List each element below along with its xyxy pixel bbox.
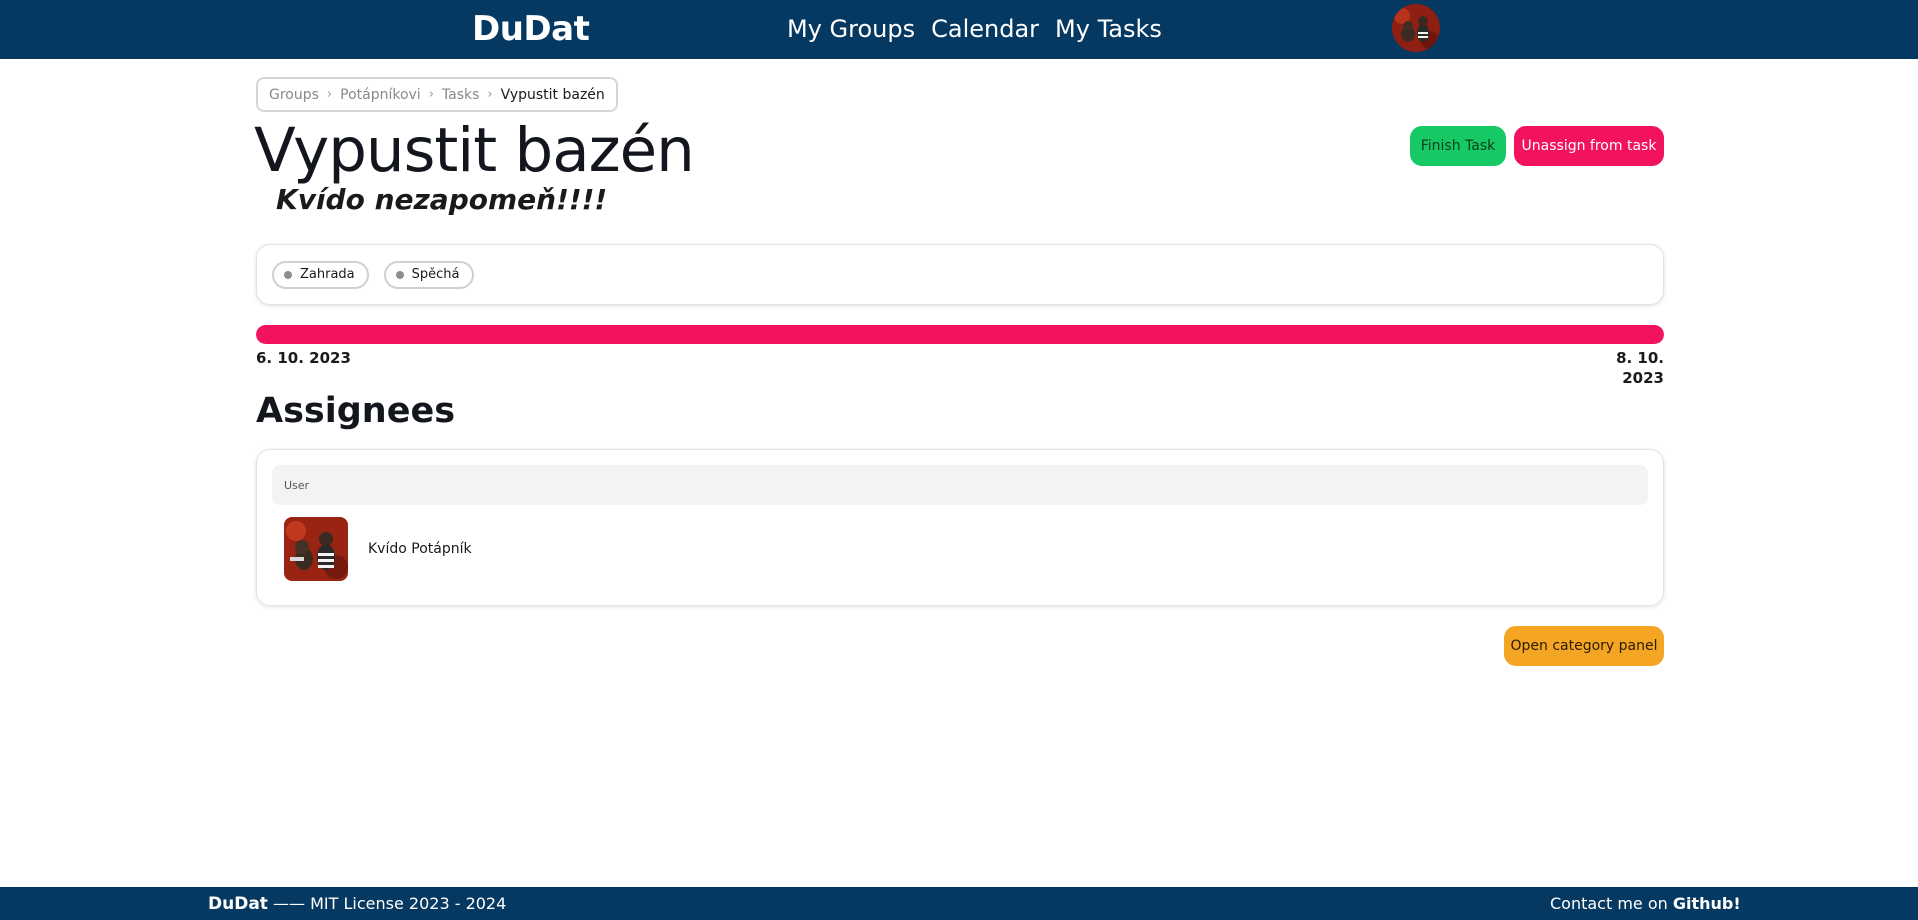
task-time-progress-bar (256, 325, 1664, 344)
finish-task-button[interactable]: Finish Task (1410, 126, 1506, 166)
footer-license-text: —— MIT License 2023 - 2024 (273, 894, 507, 913)
progress-fill (256, 325, 1664, 344)
chevron-right-icon: › (487, 87, 493, 102)
category-chip-zahrada[interactable]: Zahrada (272, 260, 369, 289)
assignees-heading: Assignees (256, 391, 456, 431)
breadcrumb-current-task: Vypustit bazén (500, 86, 605, 103)
end-date: 8. 10. 2023 (1616, 349, 1664, 387)
assignee-name: Kvído Potápník (368, 541, 472, 557)
brand-logo-link[interactable]: DuDat (472, 8, 590, 50)
table-header-user: User (272, 465, 1648, 505)
main-nav: My Groups Calendar My Tasks (787, 13, 1162, 45)
task-description: Kvído nezapomeň!!!! (276, 183, 608, 216)
open-category-panel-button[interactable]: Open category panel (1504, 626, 1664, 666)
chip-label: Spěchá (411, 267, 460, 282)
breadcrumb-tasks[interactable]: Tasks (442, 87, 480, 103)
start-date: 6. 10. 2023 (256, 349, 351, 367)
breadcrumb: Groups › Potápníkovi › Tasks › Vypustit … (256, 77, 618, 112)
table-row[interactable]: Kvído Potápník (272, 505, 1648, 593)
github-link[interactable]: Github! (1673, 894, 1741, 913)
footer-license: DuDat —— MIT License 2023 - 2024 (208, 893, 506, 915)
unassign-task-button[interactable]: Unassign from task (1514, 126, 1664, 166)
category-chip-specha[interactable]: Spěchá (383, 260, 474, 289)
chip-dot-icon (284, 270, 292, 279)
breadcrumb-groups[interactable]: Groups (269, 87, 319, 103)
footer: DuDat —— MIT License 2023 - 2024 Contact… (0, 887, 1918, 920)
breadcrumb-group[interactable]: Potápníkovi (340, 87, 421, 103)
chip-label: Zahrada (300, 267, 355, 282)
chevron-right-icon: › (428, 87, 434, 102)
assignees-table: User Kvído Potápník (256, 449, 1664, 606)
nav-link-my-tasks[interactable]: My Tasks (1055, 13, 1162, 45)
chip-dot-icon (395, 270, 404, 279)
footer-contact-text: Contact me on (1550, 894, 1668, 913)
nav-link-my-groups[interactable]: My Groups (787, 13, 915, 45)
chevron-right-icon: › (326, 87, 333, 102)
footer-brand: DuDat (208, 894, 268, 914)
top-navbar: DuDat My Groups Calendar My Tasks (0, 0, 1918, 59)
task-tags-card: Zahrada Spěchá (256, 244, 1664, 305)
user-avatar-icon[interactable] (1392, 4, 1440, 52)
page-title: Vypustit bazén (254, 115, 695, 186)
footer-contact: Contact me on Github! (1550, 893, 1741, 915)
avatar (284, 517, 348, 581)
nav-link-calendar[interactable]: Calendar (931, 13, 1039, 45)
